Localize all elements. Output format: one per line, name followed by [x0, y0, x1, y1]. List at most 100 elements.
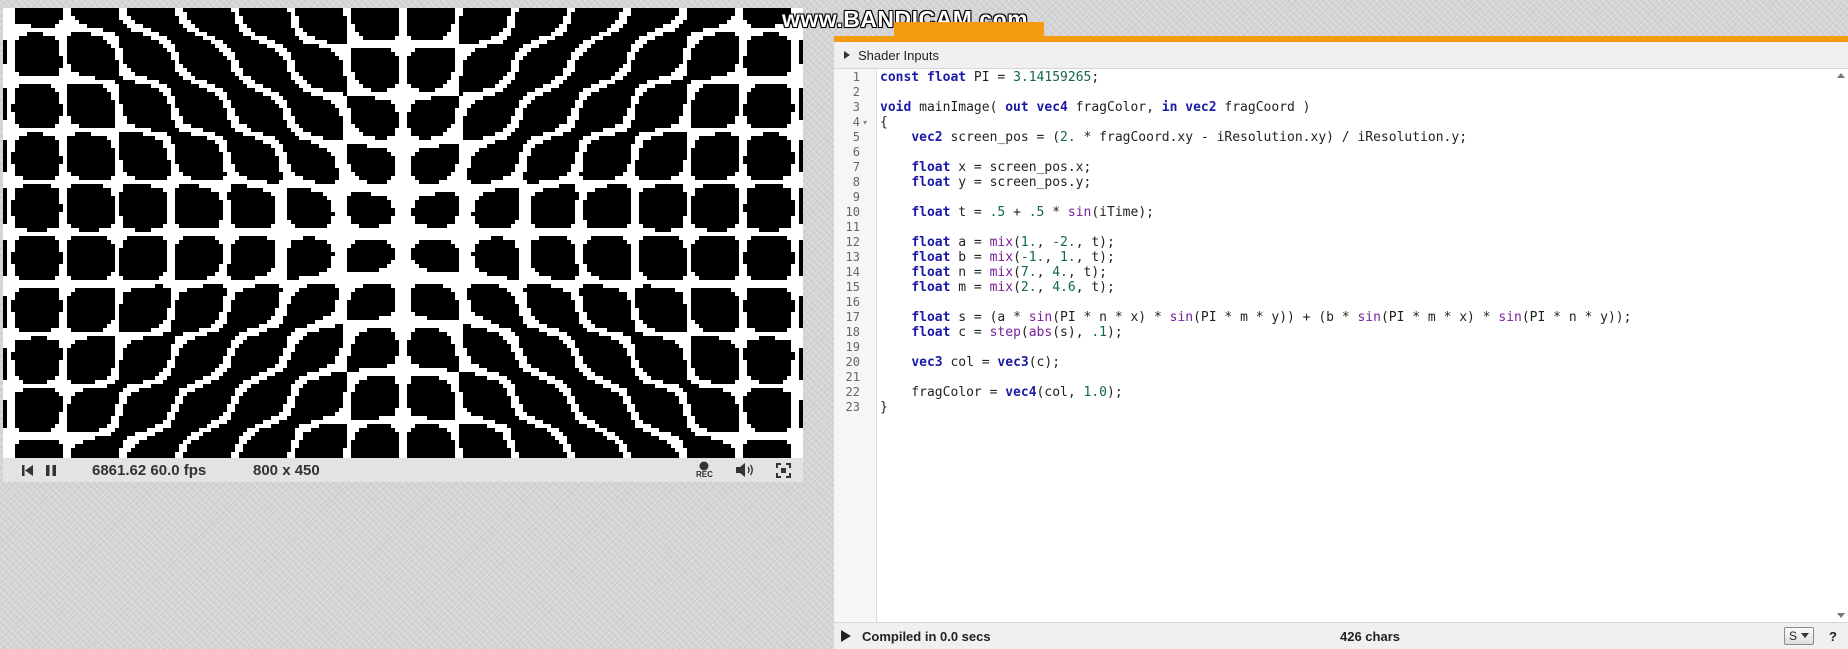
code-token: 4.	[1052, 265, 1068, 280]
code-token: {	[880, 115, 888, 130]
code-token: vec4	[1036, 100, 1068, 115]
code-token: float	[911, 250, 951, 265]
code-token: (c);	[1028, 355, 1061, 370]
code-token: .1	[1091, 325, 1108, 340]
code-token: vec2	[1185, 100, 1217, 115]
select-value: S	[1789, 629, 1798, 643]
code-token: mainImage(	[911, 100, 1006, 115]
code-line: float y = screen_pos.y;	[880, 175, 1091, 190]
code-token: (s),	[1052, 325, 1092, 340]
player-controls: 6861.62 60.0 fps 800 x 450 REC	[3, 458, 803, 482]
line-number: 15	[845, 280, 860, 294]
line-number: 18	[845, 325, 860, 339]
code-token: .5	[1028, 205, 1045, 220]
code-editor-panel: Shader Inputs 1 2 3 4 ▾ 5 6 7 8 9 10 11 12 13 14 15 16 17…	[834, 0, 1848, 649]
code-token: );	[1107, 325, 1123, 340]
code-line: float m = mix(2., 4.6, t);	[880, 280, 1115, 295]
help-button[interactable]: ?	[1829, 623, 1837, 649]
code-token: ,	[1036, 235, 1053, 250]
code-token: m =	[950, 280, 990, 295]
code-token: (	[1013, 250, 1021, 265]
code-token: * fragCoord.xy - iResolution.xy) / iReso…	[1075, 130, 1468, 145]
code-line: }	[880, 400, 888, 415]
code-token: 7.	[1020, 265, 1037, 280]
code-token: vec4	[1005, 385, 1037, 400]
code-token: (PI * m * y)) + (b *	[1193, 310, 1358, 325]
code-token: screen_pos = (	[942, 130, 1061, 145]
play-icon	[841, 630, 851, 642]
code-token: n =	[950, 265, 990, 280]
line-number: 2	[852, 85, 860, 99]
line-number: 14	[845, 265, 860, 279]
code-token: , t);	[1075, 250, 1115, 265]
line-number: 13	[845, 250, 860, 264]
active-tab-indicator[interactable]	[894, 22, 1044, 36]
pause-button[interactable]	[45, 458, 57, 482]
shader-inputs-toggle[interactable]: Shader Inputs	[834, 42, 1848, 69]
code-token: }	[880, 400, 888, 415]
line-number: 16	[845, 295, 860, 309]
code-line: float t = .5 + .5 * sin(iTime);	[880, 205, 1154, 220]
code-token: sin	[1028, 310, 1053, 325]
line-number: 9	[852, 190, 860, 204]
code-token: fragColor =	[880, 385, 1006, 400]
line-number: 20	[845, 355, 860, 369]
code-token: float	[911, 175, 951, 190]
line-number: 11	[845, 220, 860, 234]
rewind-icon	[22, 464, 33, 476]
code-token: 2.	[1060, 130, 1076, 145]
compile-button[interactable]	[840, 623, 852, 649]
code-line: float n = mix(7., 4., t);	[880, 265, 1107, 280]
scroll-up-icon[interactable]	[1836, 71, 1846, 79]
fold-toggle-icon[interactable]: ▾	[863, 118, 867, 127]
pattern-lines	[3, 8, 803, 458]
code-token: b =	[950, 250, 990, 265]
code-token: (	[1013, 265, 1021, 280]
code-token: float	[911, 205, 951, 220]
volume-button[interactable]	[735, 458, 755, 482]
code-token: mix	[989, 280, 1014, 295]
code-token: 1.	[1020, 235, 1037, 250]
code-area[interactable]: 1 2 3 4 ▾ 5 6 7 8 9 10 11 12 13 14 15 16 17 18 19 20 21 22 23 c…	[834, 69, 1848, 622]
volume-icon	[736, 463, 753, 477]
code-token: (col,	[1036, 385, 1084, 400]
code-line: fragColor = vec4(col, 1.0);	[880, 385, 1122, 400]
record-button[interactable]: REC	[696, 458, 713, 482]
code-token: , t);	[1067, 265, 1108, 280]
shader-output-image	[3, 8, 803, 458]
code-token: ;	[1091, 70, 1100, 85]
line-number: 8	[852, 175, 860, 189]
code-token: float	[911, 280, 951, 295]
code-token: fragCoord )	[1216, 100, 1311, 115]
scroll-down-icon[interactable]	[1836, 612, 1846, 620]
shader-canvas[interactable]	[3, 8, 803, 458]
code-token: c =	[950, 325, 990, 340]
char-count: 426 chars	[1340, 628, 1400, 644]
shader-inputs-label: Shader Inputs	[858, 47, 939, 63]
code-token: .5	[989, 205, 1006, 220]
line-number: 22	[845, 385, 860, 399]
rewind-button[interactable]	[21, 458, 34, 482]
code-line: float s = (a * sin(PI * n * x) * sin(PI …	[880, 310, 1631, 325]
fullscreen-button[interactable]	[776, 458, 791, 482]
code-token: t =	[950, 205, 990, 220]
select-box: S	[1784, 627, 1815, 645]
code-token: mix	[989, 265, 1014, 280]
code-token: col =	[942, 355, 998, 370]
code-token: -1.	[1020, 250, 1045, 265]
line-number: 21	[845, 370, 860, 384]
code-token: 3.14159265	[1013, 70, 1092, 85]
code-token: +	[1005, 205, 1029, 220]
line-number: 5	[852, 130, 860, 144]
code-token: void	[880, 100, 912, 115]
line-number: 6	[852, 145, 860, 159]
font-size-select[interactable]: S	[1784, 623, 1815, 649]
compile-status: Compiled in 0.0 secs	[862, 628, 991, 644]
code-line: vec2 screen_pos = (2. * fragCoord.xy - i…	[880, 130, 1467, 145]
